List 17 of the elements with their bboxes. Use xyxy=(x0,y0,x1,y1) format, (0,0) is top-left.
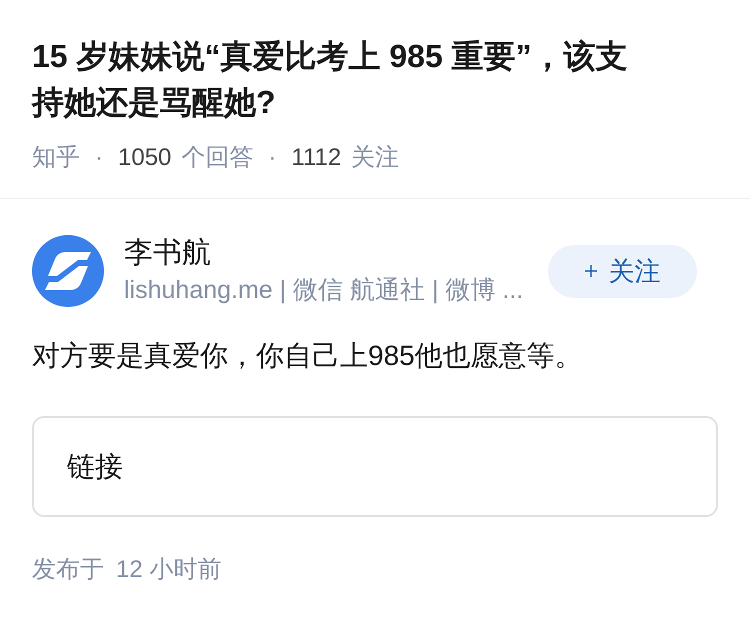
published-time: 12 小时前 xyxy=(116,555,222,585)
question-title: 15 岁妹妹说“真爱比考上 985 重要”，该支持她还是骂醒她? xyxy=(32,37,629,122)
author-bio: lishuhang.me | 微信 航通社 | 微博 ... xyxy=(124,275,524,306)
source-label: 知乎 xyxy=(32,143,80,173)
separator-dot: · xyxy=(268,143,276,173)
count-unit: 关注 xyxy=(351,143,400,173)
answer-text: 对方要是真爱你，你自己上985他也愿意等。 xyxy=(32,339,584,373)
count-number: 1050 xyxy=(118,143,172,173)
plus-icon xyxy=(584,265,596,277)
follow-button[interactable]: 关注 xyxy=(548,244,697,298)
link-card[interactable]: 链接 xyxy=(32,416,718,517)
published-label: 发布于 xyxy=(32,555,104,585)
author-name[interactable]: 李书航 xyxy=(124,235,534,271)
separator-dot: · xyxy=(95,143,103,173)
avatar-logo-icon xyxy=(32,235,104,307)
count-unit: 个回答 xyxy=(181,143,254,173)
count-number: 1112 xyxy=(291,143,342,173)
